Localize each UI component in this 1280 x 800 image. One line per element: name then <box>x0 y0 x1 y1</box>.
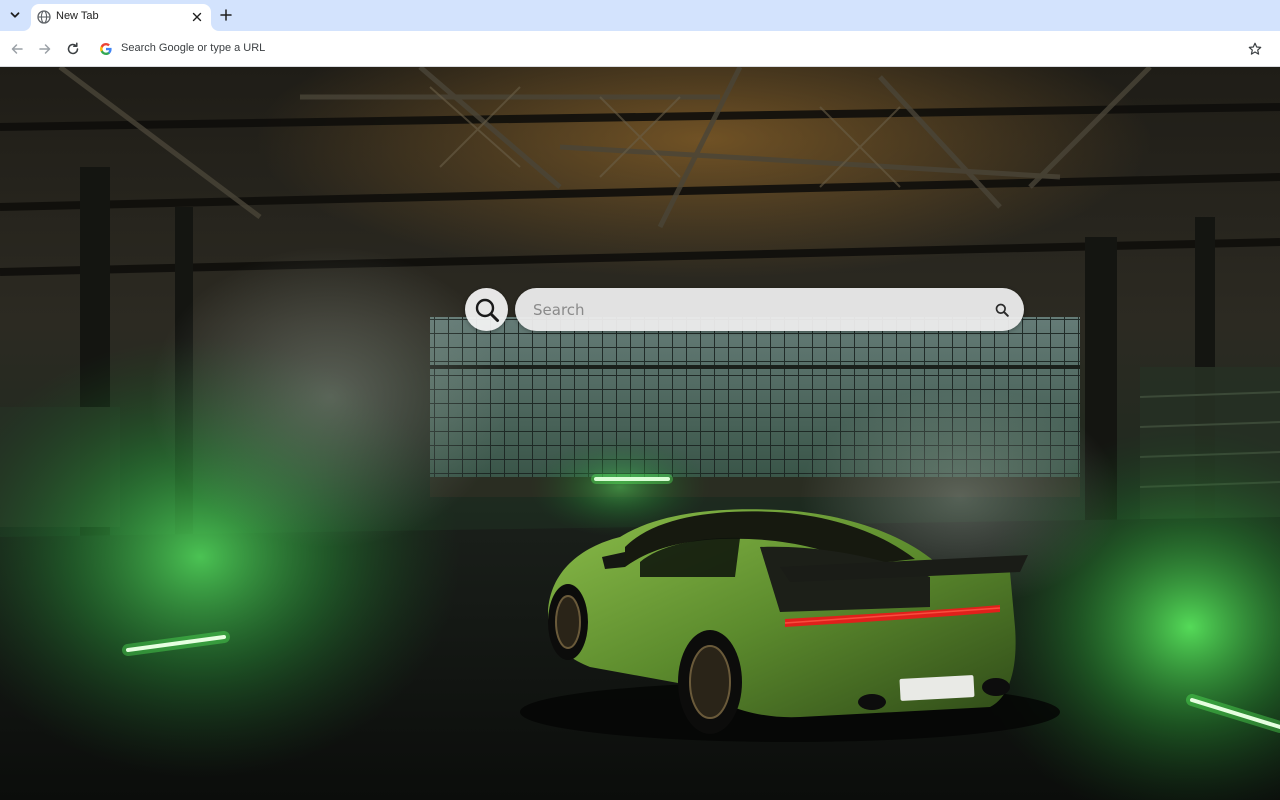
magnifier-icon <box>475 298 499 322</box>
tab-new-tab[interactable]: New Tab <box>31 4 211 31</box>
forward-icon <box>39 44 51 54</box>
reload-icon <box>67 42 79 55</box>
background-photo <box>0 67 1280 800</box>
tab-close-button[interactable] <box>189 9 205 25</box>
tab-strip: New Tab <box>0 0 1280 31</box>
globe-icon <box>37 10 51 24</box>
omnibox-placeholder: Search Google or type a URL <box>121 42 266 54</box>
search-icon <box>995 303 1009 317</box>
new-tab-page <box>0 67 1280 800</box>
close-icon <box>192 12 202 22</box>
omnibox[interactable]: Search Google or type a URL <box>93 36 1274 62</box>
search-input[interactable] <box>533 288 973 331</box>
google-g-icon <box>100 42 112 56</box>
forward-button[interactable] <box>35 39 55 59</box>
back-button[interactable] <box>7 39 27 59</box>
tab-title: New Tab <box>56 10 99 22</box>
back-icon <box>11 44 23 54</box>
new-tab-button[interactable] <box>217 6 235 24</box>
tab-search-icon <box>10 12 20 18</box>
bookmark-button[interactable] <box>1246 40 1264 58</box>
toolbar: Search Google or type a URL <box>0 31 1280 67</box>
tab-search-button[interactable] <box>5 5 25 25</box>
search-submit-button[interactable] <box>993 301 1010 318</box>
star-icon <box>1248 42 1262 55</box>
search-box <box>515 288 1024 331</box>
plus-icon <box>220 9 232 21</box>
search-engine-button[interactable] <box>465 288 508 331</box>
reload-button[interactable] <box>63 39 83 59</box>
